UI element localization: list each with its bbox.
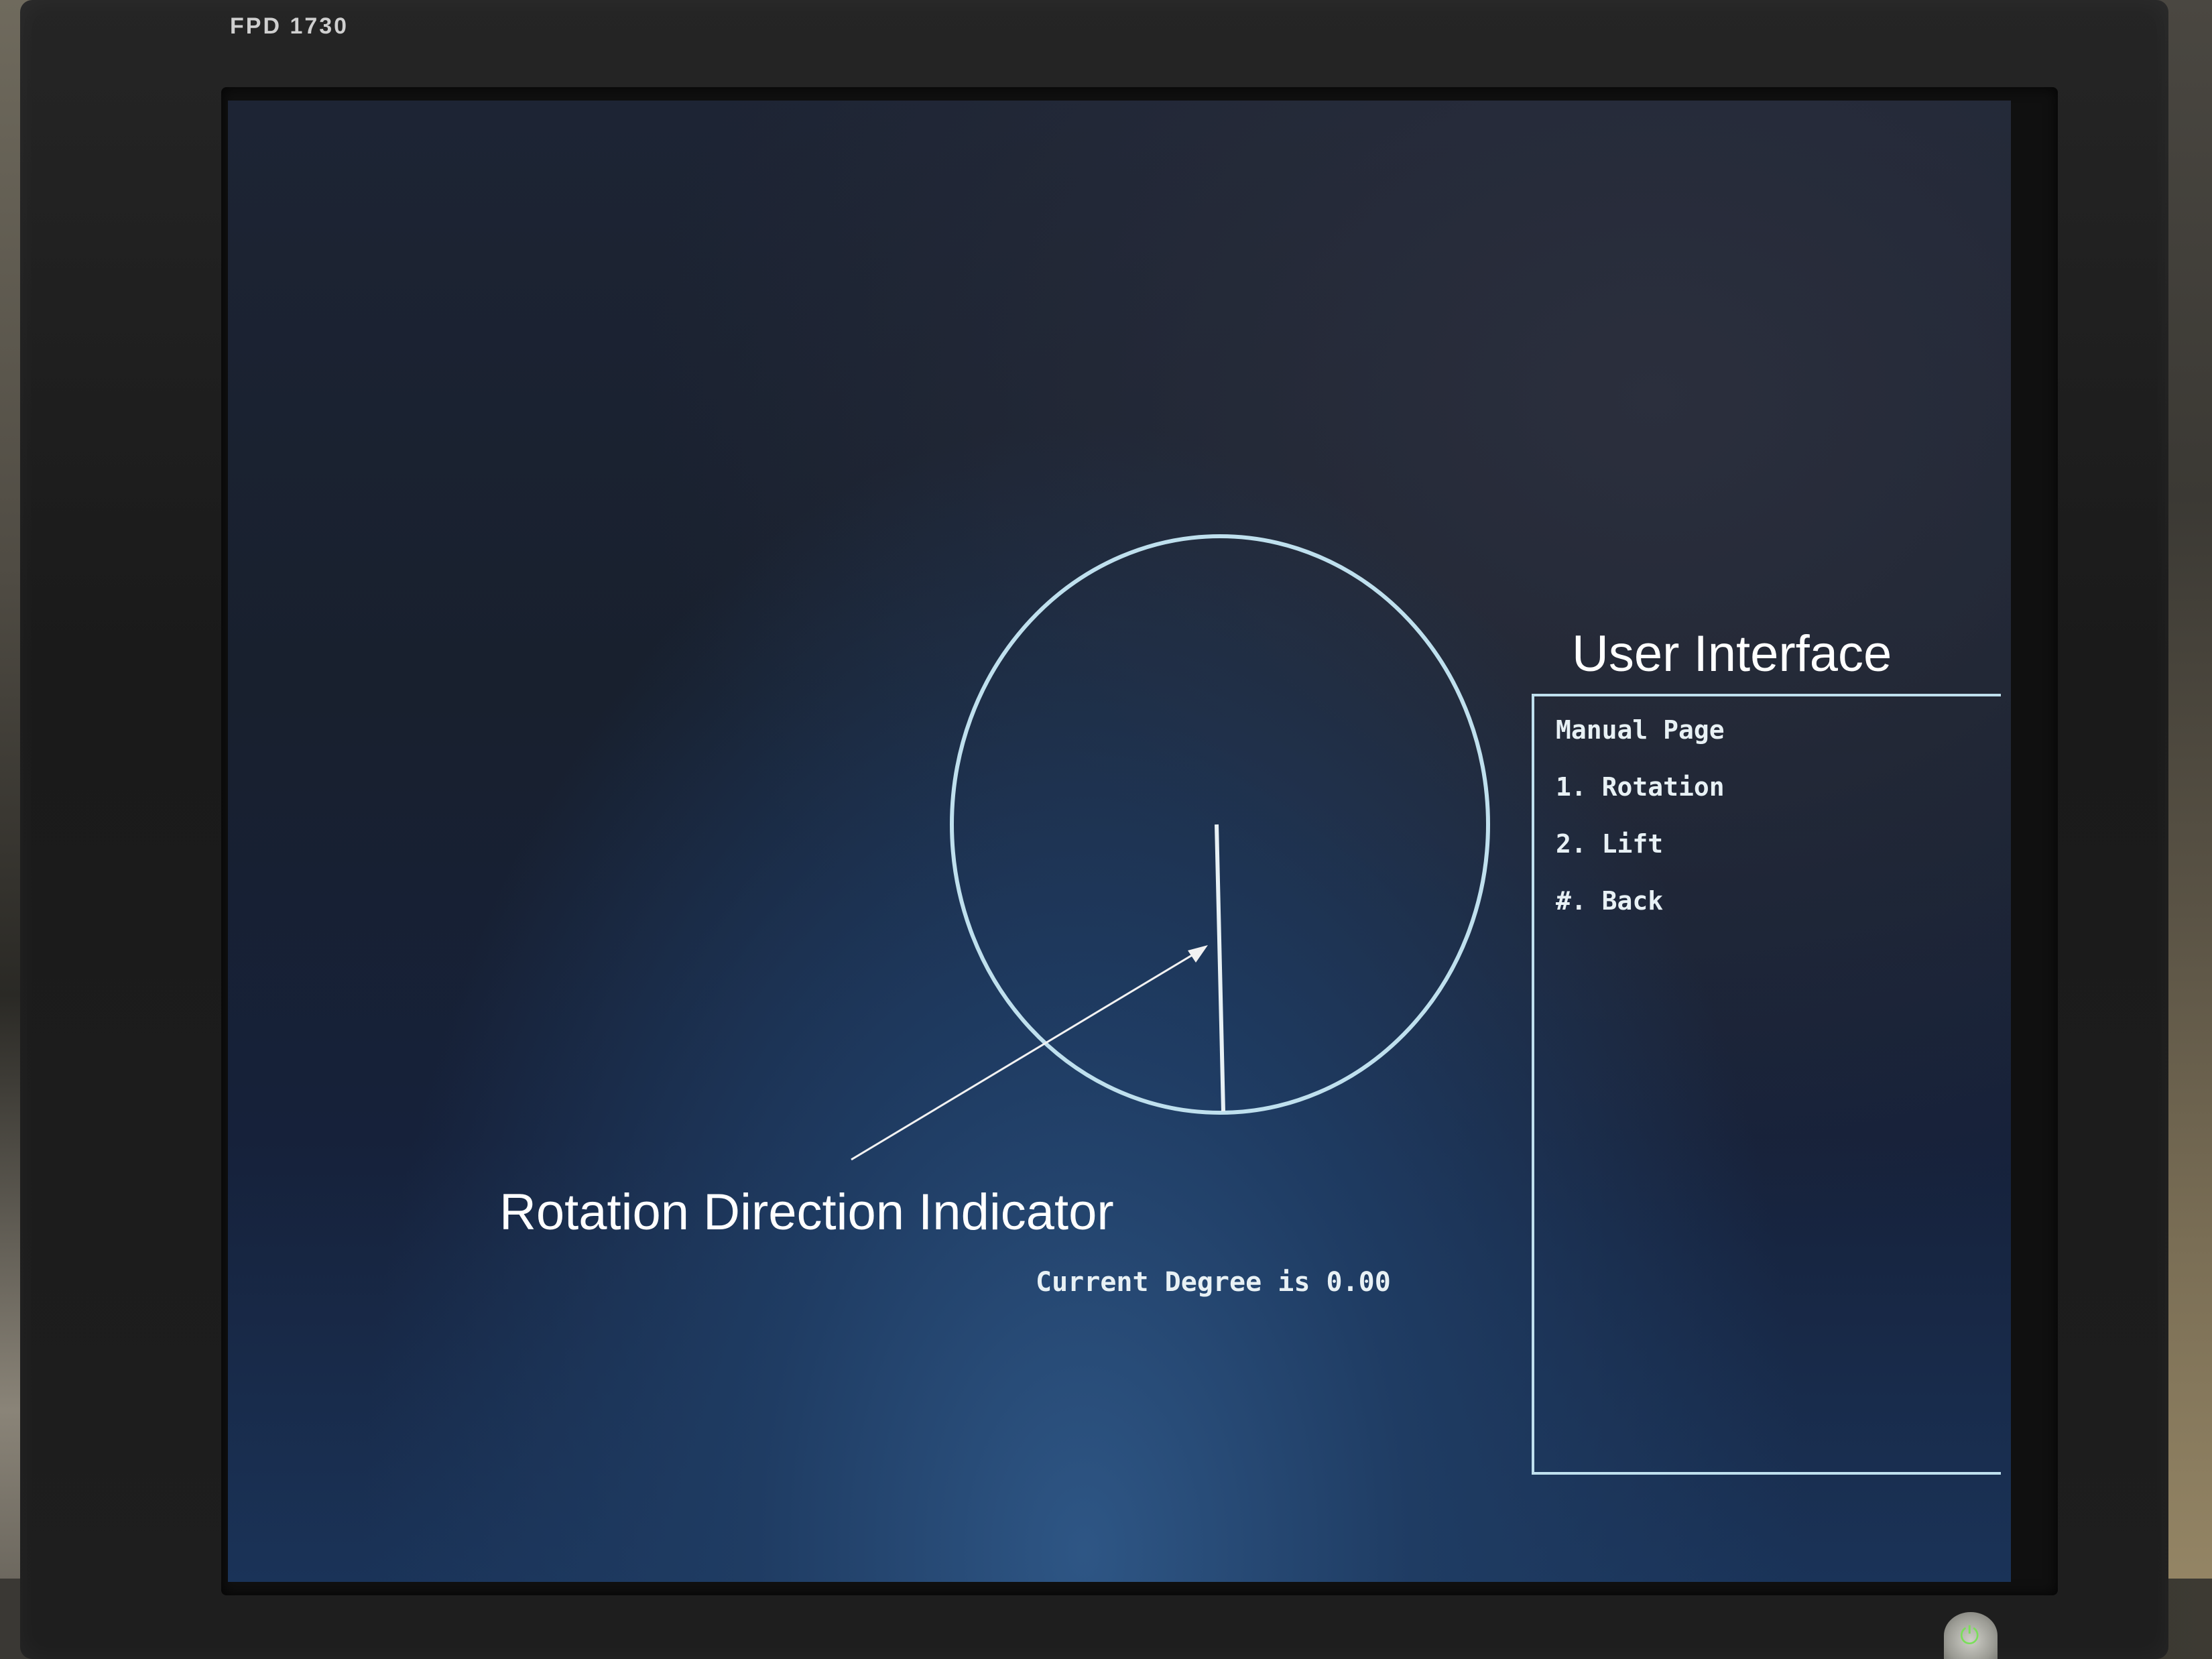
menu-title: Manual Page (1556, 715, 1725, 745)
menu-item-back[interactable]: #. Back (1556, 886, 1663, 916)
menu-item-rotation[interactable]: 1. Rotation (1556, 772, 1725, 802)
monitor-brand-label: FPD 1730 (230, 13, 349, 39)
annotation-arrow-line (851, 949, 1201, 1161)
menu-item-lift[interactable]: 2. Lift (1556, 829, 1663, 859)
rotation-indicator-annotation: Rotation Direction Indicator (499, 1184, 1114, 1241)
rotation-direction-needle (1215, 824, 1225, 1112)
current-degree-readout: Current Degree is 0.00 (1036, 1267, 1391, 1298)
power-button[interactable]: ⏻ (1944, 1612, 1998, 1659)
user-interface-annotation: User Interface (1572, 625, 1892, 682)
annotation-arrow-head (1188, 945, 1208, 963)
manual-menu-panel: Manual Page 1. Rotation 2. Lift #. Back (1532, 694, 2001, 1475)
power-icon: ⏻ (1960, 1622, 1979, 1650)
screen: User Interface Rotation Direction Indica… (228, 101, 2011, 1582)
